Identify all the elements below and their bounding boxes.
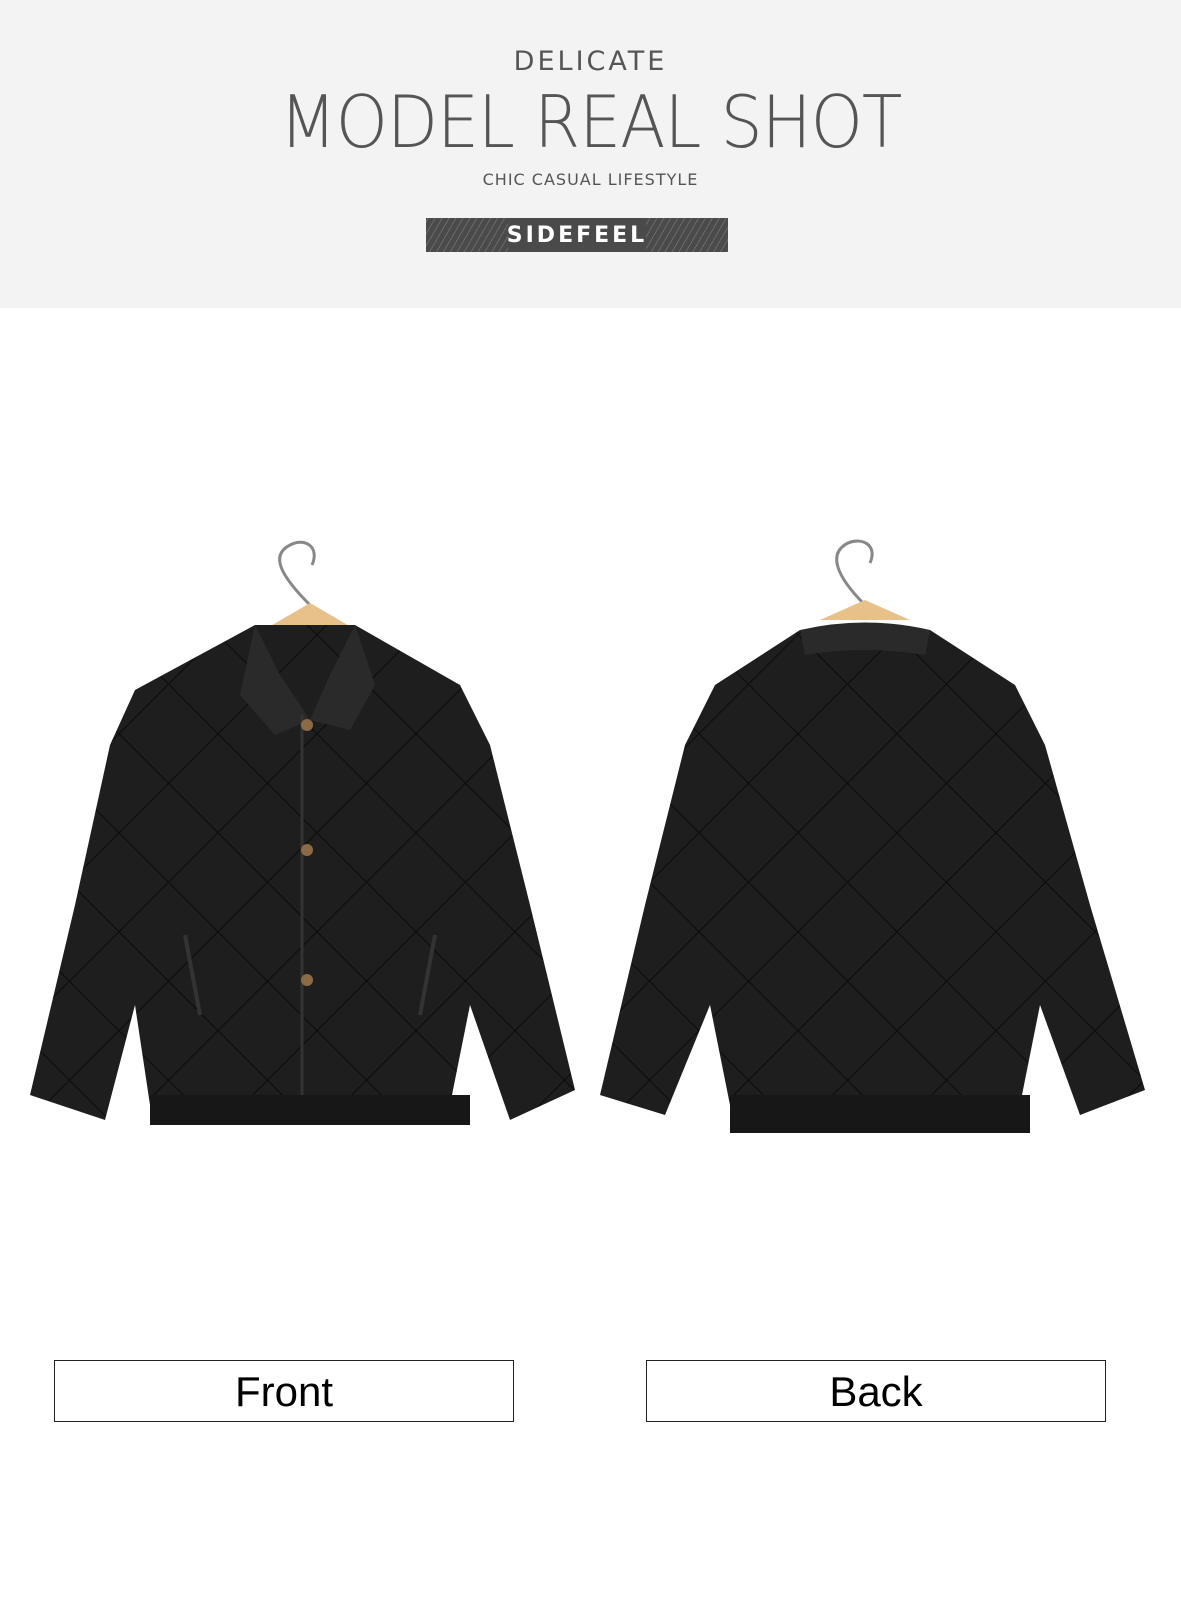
- brand-badge: SIDEFEEL: [426, 218, 728, 252]
- header-banner: DELICATE MODEL REAL SHOT CHIC CASUAL LIF…: [0, 0, 1181, 308]
- header-kicker: DELICATE: [513, 46, 668, 77]
- page-title: MODEL REAL SHOT: [279, 80, 903, 164]
- jacket-back-image: [600, 535, 1160, 1145]
- brand-name: SIDEFEEL: [506, 223, 648, 248]
- back-label: Back: [646, 1360, 1106, 1422]
- jacket-front-image: [20, 535, 600, 1145]
- header-tagline: CHIC CASUAL LIFESTYLE: [482, 170, 699, 189]
- front-label: Front: [54, 1360, 514, 1422]
